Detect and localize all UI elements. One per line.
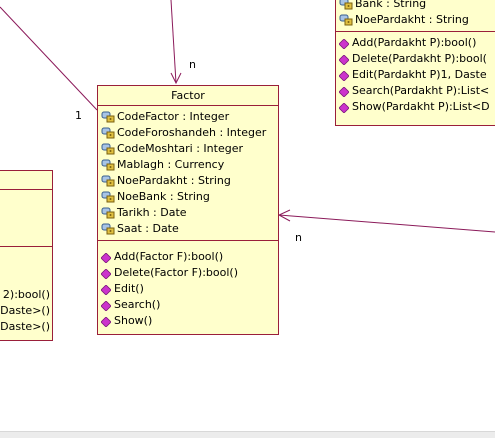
pardakht-operation: Search(Pardakht P):List< <box>338 83 495 99</box>
operation-icon <box>338 86 350 98</box>
attribute-icon <box>101 223 115 235</box>
attribute-icon <box>101 111 115 123</box>
operation-icon <box>338 70 350 82</box>
pardakht-operations: Add(Pardakht P):bool() Delete(Pardakht P… <box>336 32 495 118</box>
multiplicity-right: n <box>295 231 302 244</box>
attribute-icon <box>101 207 115 219</box>
class-pardakht[interactable]: Bank : String NoePardakht : String Add(P… <box>335 0 495 126</box>
factor-attribute: Mablagh : Currency <box>101 157 278 173</box>
operation-icon <box>100 268 112 280</box>
attribute-icon <box>101 127 115 139</box>
class-factor[interactable]: Factor CodeFactor : Integer CodeForoshan… <box>97 85 279 335</box>
operation-icon <box>100 284 112 296</box>
factor-attributes: CodeFactor : Integer CodeForoshandeh : I… <box>98 106 278 240</box>
left-class-operation: 2):bool() <box>2 288 50 301</box>
attribute-icon <box>339 14 353 26</box>
attribute-icon <box>101 191 115 203</box>
factor-operations: Add(Factor F):bool() Delete(Factor F):bo… <box>98 241 278 332</box>
attribute-icon <box>101 143 115 155</box>
association-line-top <box>170 0 177 84</box>
factor-operation: Add(Factor F):bool() <box>100 249 278 265</box>
operation-icon <box>338 102 350 114</box>
factor-attribute: NoeBank : String <box>101 189 278 205</box>
operation-icon <box>100 300 112 312</box>
pardakht-operation: Show(Pardakht P):List<D <box>338 99 495 115</box>
factor-attribute: Saat : Date <box>101 221 278 237</box>
factor-attribute: CodeMoshtari : Integer <box>101 141 278 157</box>
factor-attribute: CodeForoshandeh : Integer <box>101 125 278 141</box>
factor-attribute: NoePardakht : String <box>101 173 278 189</box>
left-class-operation: Daste>() <box>0 320 50 333</box>
pardakht-operation: Edit(Pardakht P)1, Daste <box>338 67 495 83</box>
factor-operation: Delete(Factor F):bool() <box>100 265 278 281</box>
operation-icon <box>338 38 350 50</box>
factor-operation: Show() <box>100 313 278 329</box>
operation-icon <box>100 252 112 264</box>
pardakht-attribute: NoePardakht : String <box>339 12 495 28</box>
factor-attribute: CodeFactor : Integer <box>101 109 278 125</box>
attribute-icon <box>101 159 115 171</box>
factor-operation: Search() <box>100 297 278 313</box>
operation-icon <box>100 316 112 328</box>
operation-icon <box>338 54 350 66</box>
class-left-partial[interactable]: 2):bool() Daste>() Daste>() <box>0 170 53 341</box>
left-class-operation: Daste>() <box>0 304 50 317</box>
pardakht-operation: Add(Pardakht P):bool() <box>338 35 495 51</box>
attribute-icon <box>101 175 115 187</box>
association-line-left <box>0 6 98 111</box>
attribute-icon <box>339 0 353 10</box>
left-class-operations: 2):bool() Daste>() Daste>() <box>0 247 52 338</box>
left-class-attributes <box>0 190 52 246</box>
multiplicity-left: 1 <box>75 109 82 122</box>
factor-attribute: Tarikh : Date <box>101 205 278 221</box>
pardakht-operation: Delete(Pardakht P):bool( <box>338 51 495 67</box>
factor-class-name: Factor <box>98 86 278 106</box>
multiplicity-top: n <box>189 58 196 71</box>
pardakht-attributes: Bank : String NoePardakht : String <box>336 0 495 31</box>
left-class-title <box>0 171 52 190</box>
factor-operation: Edit() <box>100 281 278 297</box>
pardakht-attribute: Bank : String <box>339 0 495 12</box>
association-line-right <box>278 214 495 233</box>
